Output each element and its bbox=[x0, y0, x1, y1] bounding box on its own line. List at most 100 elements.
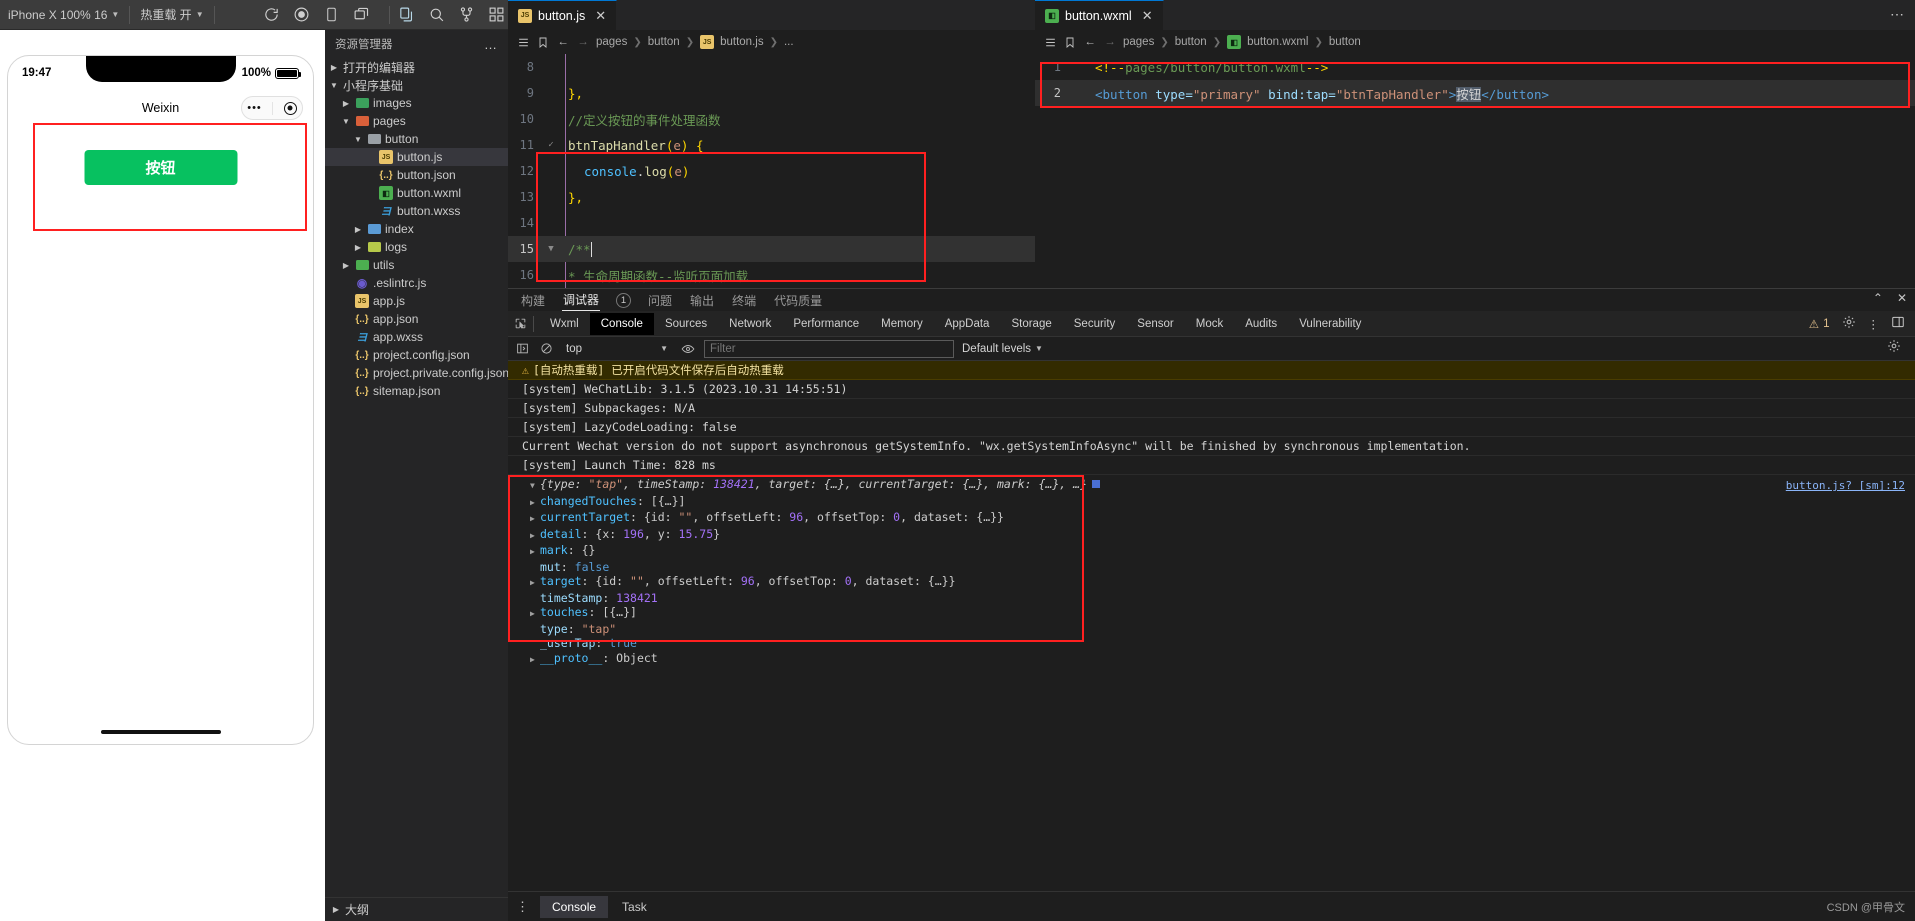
object-property-row[interactable]: ▶ currentTarget: {id: "", offsetLeft: 96,… bbox=[530, 510, 1915, 527]
tree-item-button-json[interactable]: ▶{..}button.json bbox=[325, 166, 508, 184]
triangle-down-icon[interactable]: ▼ bbox=[530, 479, 540, 494]
drawer-tab-task[interactable]: Task bbox=[610, 896, 659, 918]
tree-item-logs[interactable]: ▶ logs bbox=[325, 238, 508, 256]
object-property-row[interactable]: _userTap: true bbox=[530, 636, 1915, 651]
weixin-capsule[interactable]: ••• bbox=[241, 96, 303, 120]
tree-item-pages[interactable]: ▼ pages bbox=[325, 112, 508, 130]
breadcrumb-pages[interactable]: pages bbox=[1123, 36, 1154, 48]
tab-button-js[interactable]: JS button.js ✕ bbox=[508, 0, 618, 30]
back-arrow-icon[interactable]: ← bbox=[556, 35, 570, 49]
triangle-right-icon[interactable]: ▶ bbox=[530, 512, 540, 527]
clear-console-icon[interactable] bbox=[538, 341, 554, 357]
phone-icon[interactable] bbox=[317, 0, 347, 30]
eye-icon[interactable] bbox=[680, 341, 696, 357]
tree-item-sitemap-json[interactable]: ▶{..}sitemap.json bbox=[325, 382, 508, 400]
tab-button-wxml[interactable]: ◧ button.wxml ✕ bbox=[1035, 0, 1164, 30]
panel-tab-输出[interactable]: 输出 bbox=[689, 290, 715, 311]
forward-arrow-icon[interactable]: → bbox=[576, 35, 590, 49]
inspect-element-icon[interactable] bbox=[512, 316, 528, 332]
triangle-right-icon[interactable]: ▶ bbox=[530, 545, 540, 560]
tree-item-button-wxml[interactable]: ▶◧button.wxml bbox=[325, 184, 508, 202]
console-levels-select[interactable]: Default levels ▼ bbox=[962, 343, 1043, 355]
triangle-right-icon[interactable]: ▶ bbox=[530, 496, 540, 511]
target-icon[interactable] bbox=[283, 101, 297, 115]
list-icon[interactable] bbox=[1043, 35, 1057, 49]
tree-item-project-config-json[interactable]: ▶{..}project.config.json bbox=[325, 346, 508, 364]
console-source-link[interactable]: button.js? [sm]:12 bbox=[1786, 479, 1905, 492]
drawer-more-icon[interactable]: ⋮ bbox=[516, 899, 530, 915]
tree-item-button[interactable]: ▼ button bbox=[325, 130, 508, 148]
window-icon[interactable] bbox=[347, 0, 377, 30]
breadcrumb-pages[interactable]: pages bbox=[596, 36, 627, 48]
devtools-tab-console[interactable]: Console bbox=[589, 312, 654, 335]
close-icon[interactable]: ✕ bbox=[1897, 291, 1907, 305]
devtools-tab-wxml[interactable]: Wxml bbox=[539, 313, 590, 335]
devtools-tab-performance[interactable]: Performance bbox=[782, 313, 870, 335]
panel-tab-代码质量[interactable]: 代码质量 bbox=[773, 290, 823, 311]
breadcrumb-more[interactable]: ... bbox=[784, 36, 794, 48]
tree-item--eslintrc-js[interactable]: ▶◉.eslintrc.js bbox=[325, 274, 508, 292]
tree-item-app-js[interactable]: ▶JSapp.js bbox=[325, 292, 508, 310]
code-editor-center[interactable]: 8 9 }, 10 //定义按钮的事件处理函数 11 ✓ btnTapHandl… bbox=[508, 54, 1035, 288]
tree-item-utils[interactable]: ▶ utils bbox=[325, 256, 508, 274]
panel-tab-调试器[interactable]: 调试器 bbox=[562, 289, 601, 311]
drawer-tab-console[interactable]: Console bbox=[540, 895, 609, 918]
breadcrumb-button[interactable]: button bbox=[1175, 36, 1207, 48]
panel-tab-终端[interactable]: 终端 bbox=[731, 290, 757, 311]
editor-more-actions-icon[interactable]: ⋯ bbox=[1890, 6, 1905, 23]
object-property-row[interactable]: timeStamp: 138421 bbox=[530, 591, 1915, 606]
outline-section[interactable]: ▶ 大纲 bbox=[325, 897, 508, 921]
panel-tab-构建[interactable]: 构建 bbox=[520, 290, 546, 311]
devtools-tab-appdata[interactable]: AppData bbox=[934, 313, 1001, 335]
record-icon[interactable] bbox=[287, 0, 317, 30]
devtools-tab-sensor[interactable]: Sensor bbox=[1126, 313, 1184, 335]
sidebar-toggle-icon[interactable] bbox=[514, 341, 530, 357]
more-icon[interactable]: ••• bbox=[247, 102, 262, 114]
tree-open-editors[interactable]: ▶ 打开的编辑器 bbox=[325, 58, 508, 76]
object-property-row[interactable]: ▶ mark: {} bbox=[530, 543, 1915, 560]
breadcrumb-file[interactable]: button.wxml bbox=[1247, 36, 1308, 48]
refresh-icon[interactable] bbox=[257, 0, 287, 30]
tree-item-index[interactable]: ▶ index bbox=[325, 220, 508, 238]
undock-icon[interactable] bbox=[1891, 315, 1905, 332]
panel-tab-问题[interactable]: 问题 bbox=[647, 290, 673, 311]
gear-icon[interactable] bbox=[1842, 315, 1856, 332]
more-vertical-icon[interactable]: ⋮ bbox=[1868, 317, 1880, 331]
console-object-group[interactable]: ▼ {type: "tap", timeStamp: 138421, target… bbox=[508, 475, 1915, 669]
tree-item-app-wxss[interactable]: ▶ヨapp.wxss bbox=[325, 328, 508, 346]
devtools-tab-memory[interactable]: Memory bbox=[870, 313, 934, 335]
preview-primary-button[interactable]: 按钮 bbox=[84, 150, 237, 185]
devtools-tab-audits[interactable]: Audits bbox=[1234, 313, 1288, 335]
close-icon[interactable]: ✕ bbox=[595, 8, 606, 24]
breadcrumb-button[interactable]: button bbox=[648, 36, 680, 48]
chevron-up-icon[interactable]: ⌃ bbox=[1873, 291, 1883, 305]
hotreload-selector[interactable]: 热重载 开 ▼ bbox=[132, 0, 211, 30]
object-property-row[interactable]: ▶ touches: [{…}] bbox=[530, 605, 1915, 622]
devtools-tab-sources[interactable]: Sources bbox=[654, 313, 718, 335]
triangle-right-icon[interactable]: ▶ bbox=[530, 529, 540, 544]
breadcrumb-file[interactable]: button.js bbox=[720, 36, 763, 48]
object-summary[interactable]: ▼ {type: "tap", timeStamp: 138421, target… bbox=[530, 477, 1915, 494]
copy-icon[interactable] bbox=[392, 0, 422, 30]
forward-arrow-icon[interactable]: → bbox=[1103, 35, 1117, 49]
close-icon[interactable]: ✕ bbox=[1142, 8, 1153, 24]
object-property-row[interactable]: ▶ target: {id: "", offsetLeft: 96, offset… bbox=[530, 574, 1915, 591]
device-selector[interactable]: iPhone X 100% 16 ▼ bbox=[0, 0, 127, 30]
back-arrow-icon[interactable]: ← bbox=[1083, 35, 1097, 49]
branch-icon[interactable] bbox=[452, 0, 482, 30]
more-actions-icon[interactable]: … bbox=[484, 37, 498, 52]
console-context-select[interactable]: top ▼ bbox=[562, 340, 672, 358]
search-icon[interactable] bbox=[422, 0, 452, 30]
triangle-right-icon[interactable]: ▶ bbox=[530, 576, 540, 591]
object-property-row[interactable]: mut: false bbox=[530, 560, 1915, 575]
object-property-row[interactable]: ▶ detail: {x: 196, y: 15.75} bbox=[530, 527, 1915, 544]
devtools-tab-security[interactable]: Security bbox=[1063, 313, 1127, 335]
fold-down-icon[interactable]: ▼ bbox=[544, 244, 558, 254]
fold-check-icon[interactable]: ✓ bbox=[544, 140, 558, 150]
tree-item-images[interactable]: ▶ images bbox=[325, 94, 508, 112]
console-filter-input[interactable] bbox=[704, 339, 954, 358]
code-editor-right[interactable]: 1 <!--<!--pages/button/button.wxml-->pag… bbox=[1035, 54, 1915, 106]
list-icon[interactable] bbox=[516, 35, 530, 49]
object-property-row[interactable]: ▶ changedTouches: [{…}] bbox=[530, 494, 1915, 511]
devtools-tab-vulnerability[interactable]: Vulnerability bbox=[1288, 313, 1372, 335]
